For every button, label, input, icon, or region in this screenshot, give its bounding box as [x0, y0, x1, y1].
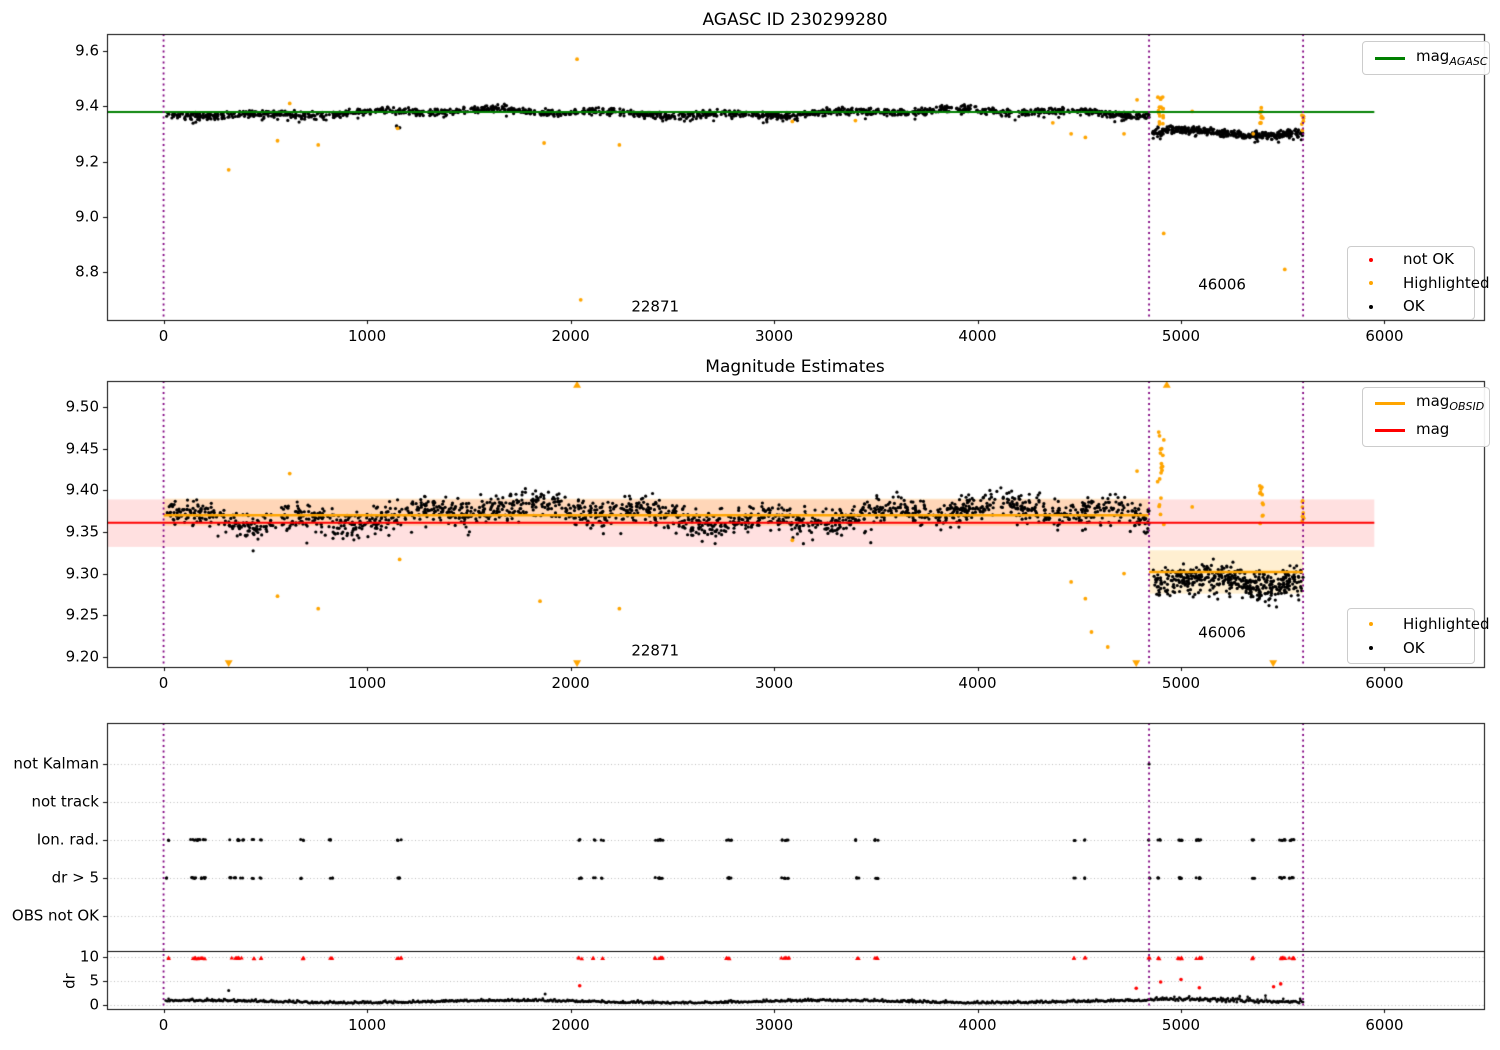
x-tick-label: 1000 [347, 1016, 387, 1034]
obsid-annotation: 46006 [1198, 275, 1246, 294]
x-tick-label: 1000 [347, 674, 387, 692]
y-tick-label: 9.50 [65, 397, 99, 416]
flag-category-label: Ion. rad. [36, 830, 99, 849]
y-tick-label: 9.6 [75, 41, 99, 60]
x-tick-label: 0 [158, 674, 169, 692]
flag-category-label: not Kalman [13, 754, 99, 773]
legend-label: OK [1403, 638, 1425, 657]
legend-row: Highlighted [1360, 275, 1489, 292]
dr-tick-label: 10 [79, 947, 99, 966]
legend-top-markers: not OK Highlighted OK [1347, 246, 1489, 320]
x-tick-label: 3000 [754, 327, 794, 345]
x-tick-label: 3000 [754, 674, 794, 692]
x-tick-label: 4000 [958, 327, 997, 345]
dr-axis-label: dr [60, 973, 79, 989]
top-plot-title: AGASC ID 230299280 [702, 10, 888, 30]
y-tick-label: 9.20 [65, 647, 99, 666]
y-tick-label: 9.2 [75, 152, 99, 170]
x-tick-label: 0 [158, 327, 169, 345]
legend-label: Highlighted [1403, 615, 1490, 633]
legend-green-line-sample [1375, 56, 1405, 60]
flag-category-label: OBS not OK [11, 906, 99, 925]
legend-middle-markers: Highlighted OK [1347, 608, 1489, 664]
x-tick-label: 6000 [1365, 327, 1404, 345]
legend-label: magAGASC [1416, 46, 1488, 68]
x-tick-label: 3000 [754, 1016, 794, 1034]
legend-label: mag [1416, 419, 1450, 438]
legend-red-dot [1369, 257, 1373, 262]
legend-label: OK [1403, 297, 1425, 316]
middle-plot-title: Magnitude Estimates [705, 357, 885, 377]
x-tick-label: 5000 [1161, 1016, 1201, 1034]
figure: AGASC ID 230299280 Magnitude Estimates 0… [0, 0, 1500, 1050]
flag-category-label: dr > 5 [51, 868, 99, 887]
x-tick-label: 2000 [551, 1016, 590, 1034]
x-tick-label: 6000 [1365, 674, 1404, 692]
legend-row: magAGASC [1375, 48, 1488, 68]
legend-mag-obsid: magOBSID mag [1362, 387, 1490, 447]
legend-row: OK [1360, 638, 1462, 657]
legend-mag-agasc: magAGASC [1362, 41, 1490, 75]
x-tick-label: 2000 [551, 674, 590, 692]
y-tick-label: 9.35 [65, 522, 99, 541]
legend-black-dot [1369, 304, 1373, 309]
y-tick-label: 9.4 [75, 96, 99, 115]
legend-red-line-sample [1375, 429, 1405, 433]
flag-category-label: not track [31, 792, 99, 811]
legend-label: Highlighted [1403, 273, 1490, 292]
x-tick-label: 4000 [958, 1016, 997, 1034]
x-tick-label: 1000 [347, 327, 387, 345]
obsid-annotation: 22871 [631, 641, 680, 660]
x-tick-label: 6000 [1365, 1016, 1404, 1034]
legend-black-dot [1369, 645, 1373, 650]
legend-row: OK [1360, 298, 1462, 315]
legend-orange-dot [1369, 281, 1373, 285]
legend-orange-line-sample [1375, 401, 1405, 405]
legend-row: not OK [1360, 251, 1462, 268]
obsid-annotation: 22871 [631, 297, 680, 316]
legend-label: magOBSID [1416, 392, 1485, 414]
x-tick-label: 0 [158, 1016, 169, 1034]
obsid-annotation: 46006 [1198, 623, 1246, 642]
plots-canvas [0, 0, 1500, 1050]
y-tick-label: 9.30 [65, 564, 99, 583]
legend-label: not OK [1403, 250, 1454, 269]
y-tick-label: 9.25 [65, 605, 99, 624]
legend-row: magOBSID [1375, 393, 1484, 413]
legend-row: Highlighted [1360, 616, 1489, 633]
y-tick-label: 9.0 [75, 207, 99, 226]
dr-tick-label: 5 [89, 971, 99, 990]
x-tick-label: 2000 [551, 327, 590, 345]
legend-row: mag [1375, 419, 1477, 441]
dr-tick-label: 0 [89, 995, 99, 1014]
x-tick-label: 4000 [958, 674, 997, 692]
y-tick-label: 8.8 [75, 262, 99, 281]
y-tick-label: 9.45 [65, 439, 99, 458]
x-tick-label: 5000 [1161, 674, 1201, 692]
x-tick-label: 5000 [1161, 327, 1201, 345]
y-tick-label: 9.40 [65, 480, 99, 499]
legend-orange-dot [1369, 622, 1373, 627]
